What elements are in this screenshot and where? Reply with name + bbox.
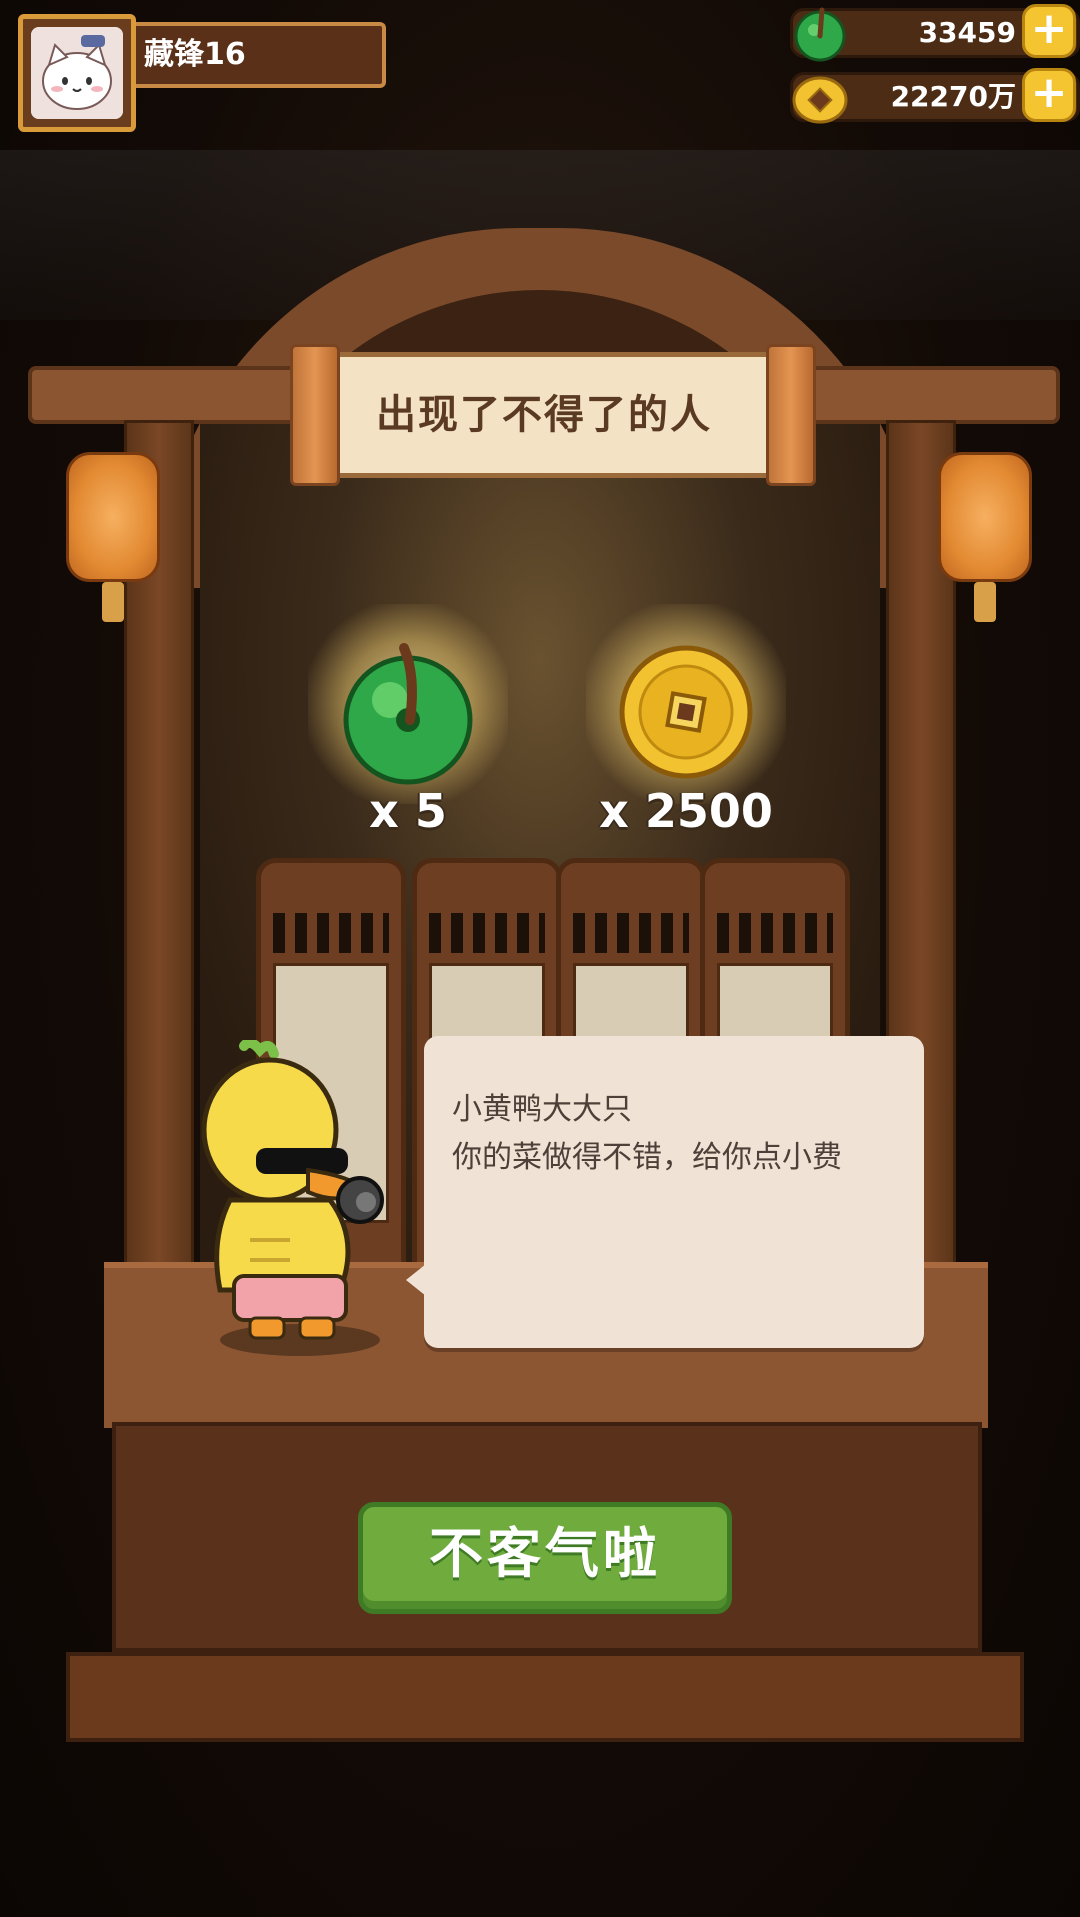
dialog-box (424, 1036, 924, 1348)
dialog-message: 你的菜做得不错，给你点小费 (452, 1140, 842, 1175)
avatar[interactable] (18, 14, 136, 132)
left-lantern-icon (66, 452, 160, 582)
add-jade-button[interactable]: + (1022, 4, 1076, 58)
gold-currency-value: 22270万 (890, 80, 1016, 113)
counter-base (66, 1652, 1024, 1742)
right-lantern-icon (938, 452, 1032, 582)
event-title: 出现了不得了的人 (376, 392, 712, 438)
yellow-duck-character-icon (190, 1037, 410, 1360)
jade-reward-amount: x 5 (369, 784, 447, 838)
left-lantern-tassel (102, 582, 124, 622)
player-name: 藏锋16 (144, 37, 246, 72)
white-cat-avatar-icon (31, 27, 123, 119)
dialog-tail (406, 1264, 426, 1296)
confirm-button-label[interactable]: 不客气啦 (358, 1502, 732, 1606)
jade-currency-value: 33459 (918, 16, 1016, 49)
gold-coin-icon (616, 640, 756, 780)
gold-reward-amount: x 2500 (599, 784, 773, 838)
right-lantern-tassel (974, 582, 996, 622)
jade-coin-icon (338, 636, 478, 786)
add-gold-button[interactable]: + (1022, 68, 1076, 122)
speaker-name: 小黄鸭大大只 (452, 1092, 632, 1127)
